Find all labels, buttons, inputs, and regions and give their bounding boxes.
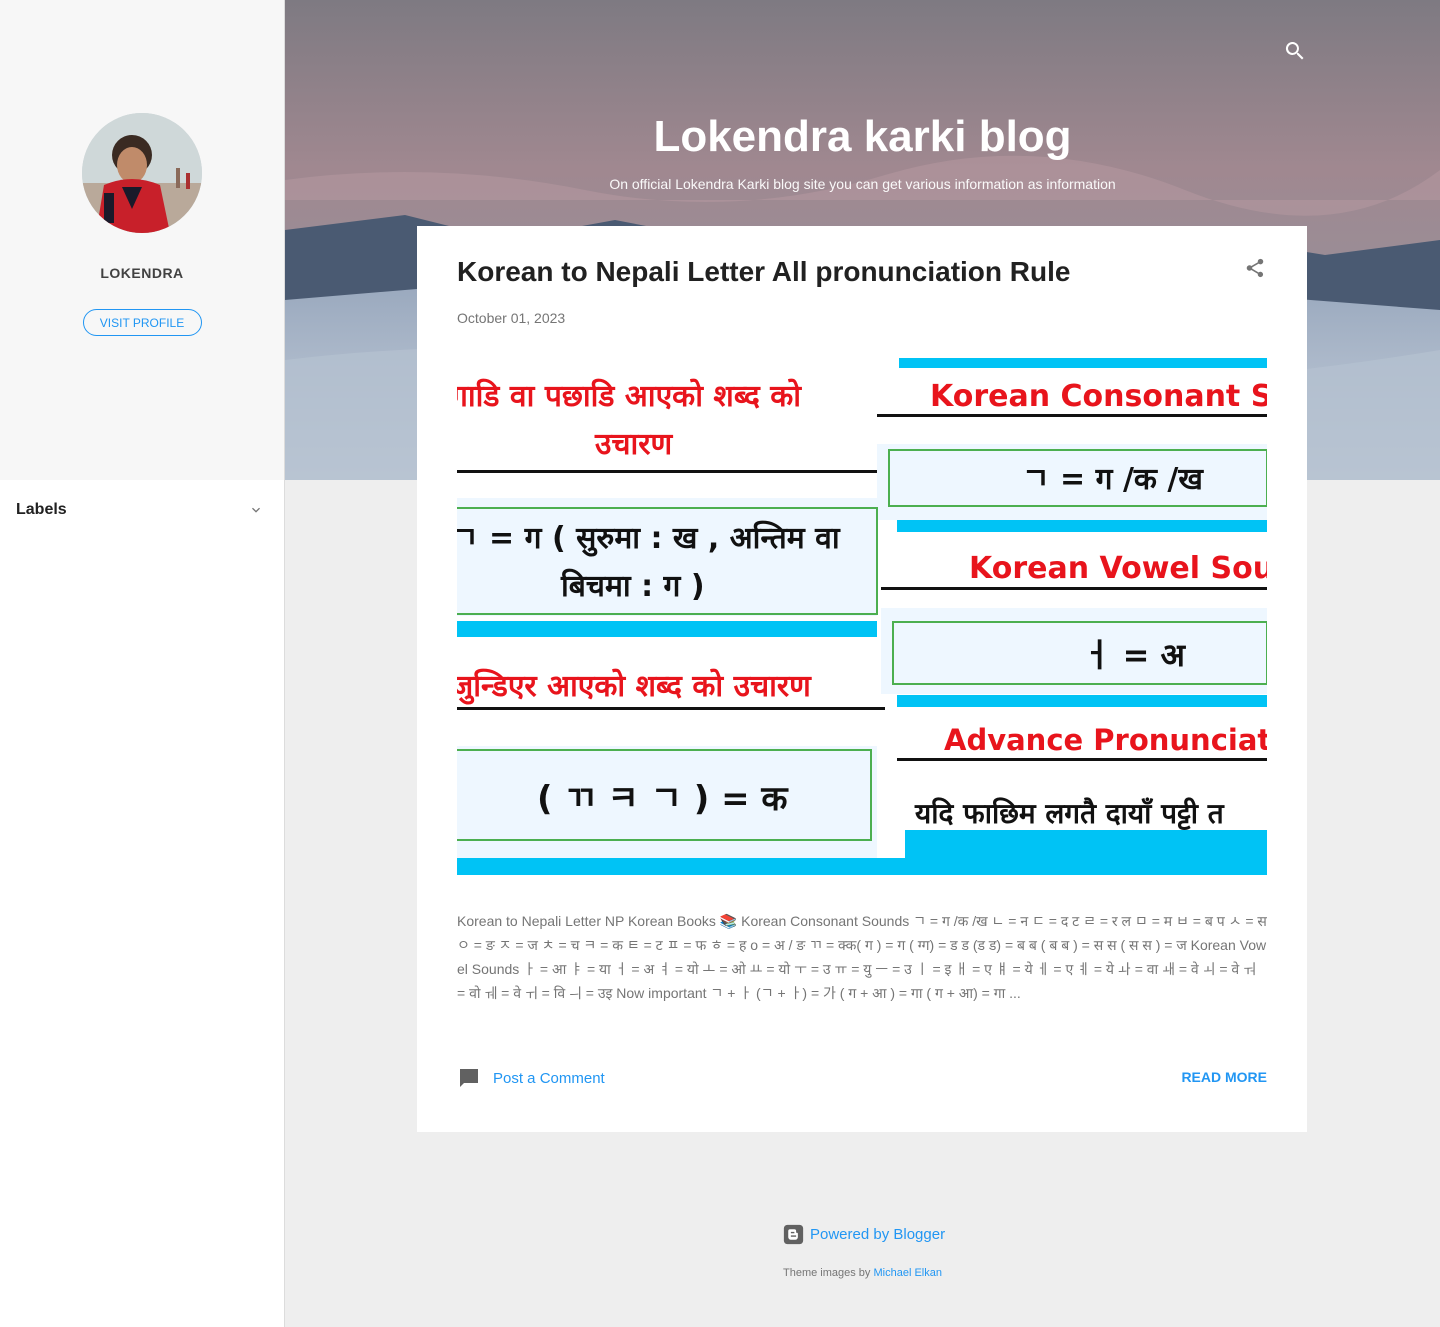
credit-prefix: Theme images by — [783, 1267, 871, 1279]
share-icon[interactable] — [1244, 257, 1266, 279]
avatar[interactable] — [82, 113, 202, 233]
sidebar: LOKENDRA VISIT PROFILE Labels — [0, 0, 285, 1327]
image-right-heading-1: Korean Consonant Sounds — [930, 379, 1267, 414]
post-title[interactable]: Korean to Nepali Letter All pronunciatio… — [457, 256, 1070, 288]
chevron-down-icon[interactable] — [248, 502, 264, 518]
blog-title[interactable]: Lokendra karki blog — [285, 112, 1440, 162]
image-right-box-2: ㅓ = अ — [1082, 636, 1187, 674]
labels-widget[interactable]: Labels — [0, 480, 284, 540]
post-snippet: Korean to Nepali Letter NP Korean Books … — [457, 913, 1267, 1001]
powered-by-blogger-link[interactable]: Powered by Blogger — [783, 1224, 945, 1245]
blogger-icon — [783, 1224, 804, 1245]
image-right-box-1: ㄱ = ग /क /ख — [1022, 462, 1204, 497]
theme-credit: Theme images by Michael Elkan — [285, 1267, 1440, 1279]
credit-author-link[interactable]: Michael Elkan — [874, 1267, 942, 1279]
post-date[interactable]: October 01, 2023 — [457, 310, 565, 326]
image-right-heading-2: Korean Vowel Sounds — [969, 551, 1267, 586]
image-left-box-1: ㄱ = ग ( सुरुमा : ख , अन्तिम वा — [457, 520, 841, 557]
post-comment-label[interactable]: Post a Comment — [493, 1070, 605, 1087]
image-right-text-4: यदि फाछिम लगतै दायाँ पट्टी त — [914, 797, 1225, 831]
post-thumbnail[interactable]: Korean Consonant Sounds ㄱ = ग /क /ख Kore… — [457, 358, 1267, 875]
comment-icon — [460, 1069, 478, 1087]
image-left-box-2: बिचमा : ग ) — [560, 568, 705, 604]
image-left-box-3: ( ㄲ ㅋ ㄱ ) = क — [537, 779, 789, 819]
search-icon[interactable] — [1283, 39, 1307, 63]
profile-name: LOKENDRA — [100, 265, 184, 281]
image-left-heading-2: उचारण — [594, 427, 674, 462]
read-more-link[interactable]: READ MORE — [1181, 1069, 1267, 1085]
image-right-heading-3: Advance Pronunciation — [944, 723, 1267, 757]
profile-section: LOKENDRA VISIT PROFILE — [0, 0, 284, 480]
image-left-heading-1: गाडि वा पछाडि आएको शब्द को — [457, 378, 802, 414]
visit-profile-button[interactable]: VISIT PROFILE — [82, 309, 202, 336]
post-comment-link[interactable]: Post a Comment — [457, 1066, 605, 1090]
labels-title: Labels — [16, 501, 67, 518]
image-left-heading-3: जुन्डिएर आएको शब्द को उचारण — [457, 668, 812, 705]
post-card: Korean to Nepali Letter All pronunciatio… — [417, 226, 1307, 1132]
powered-by-text[interactable]: Powered by Blogger — [810, 1226, 945, 1243]
blog-description: On official Lokendra Karki blog site you… — [609, 176, 1116, 192]
